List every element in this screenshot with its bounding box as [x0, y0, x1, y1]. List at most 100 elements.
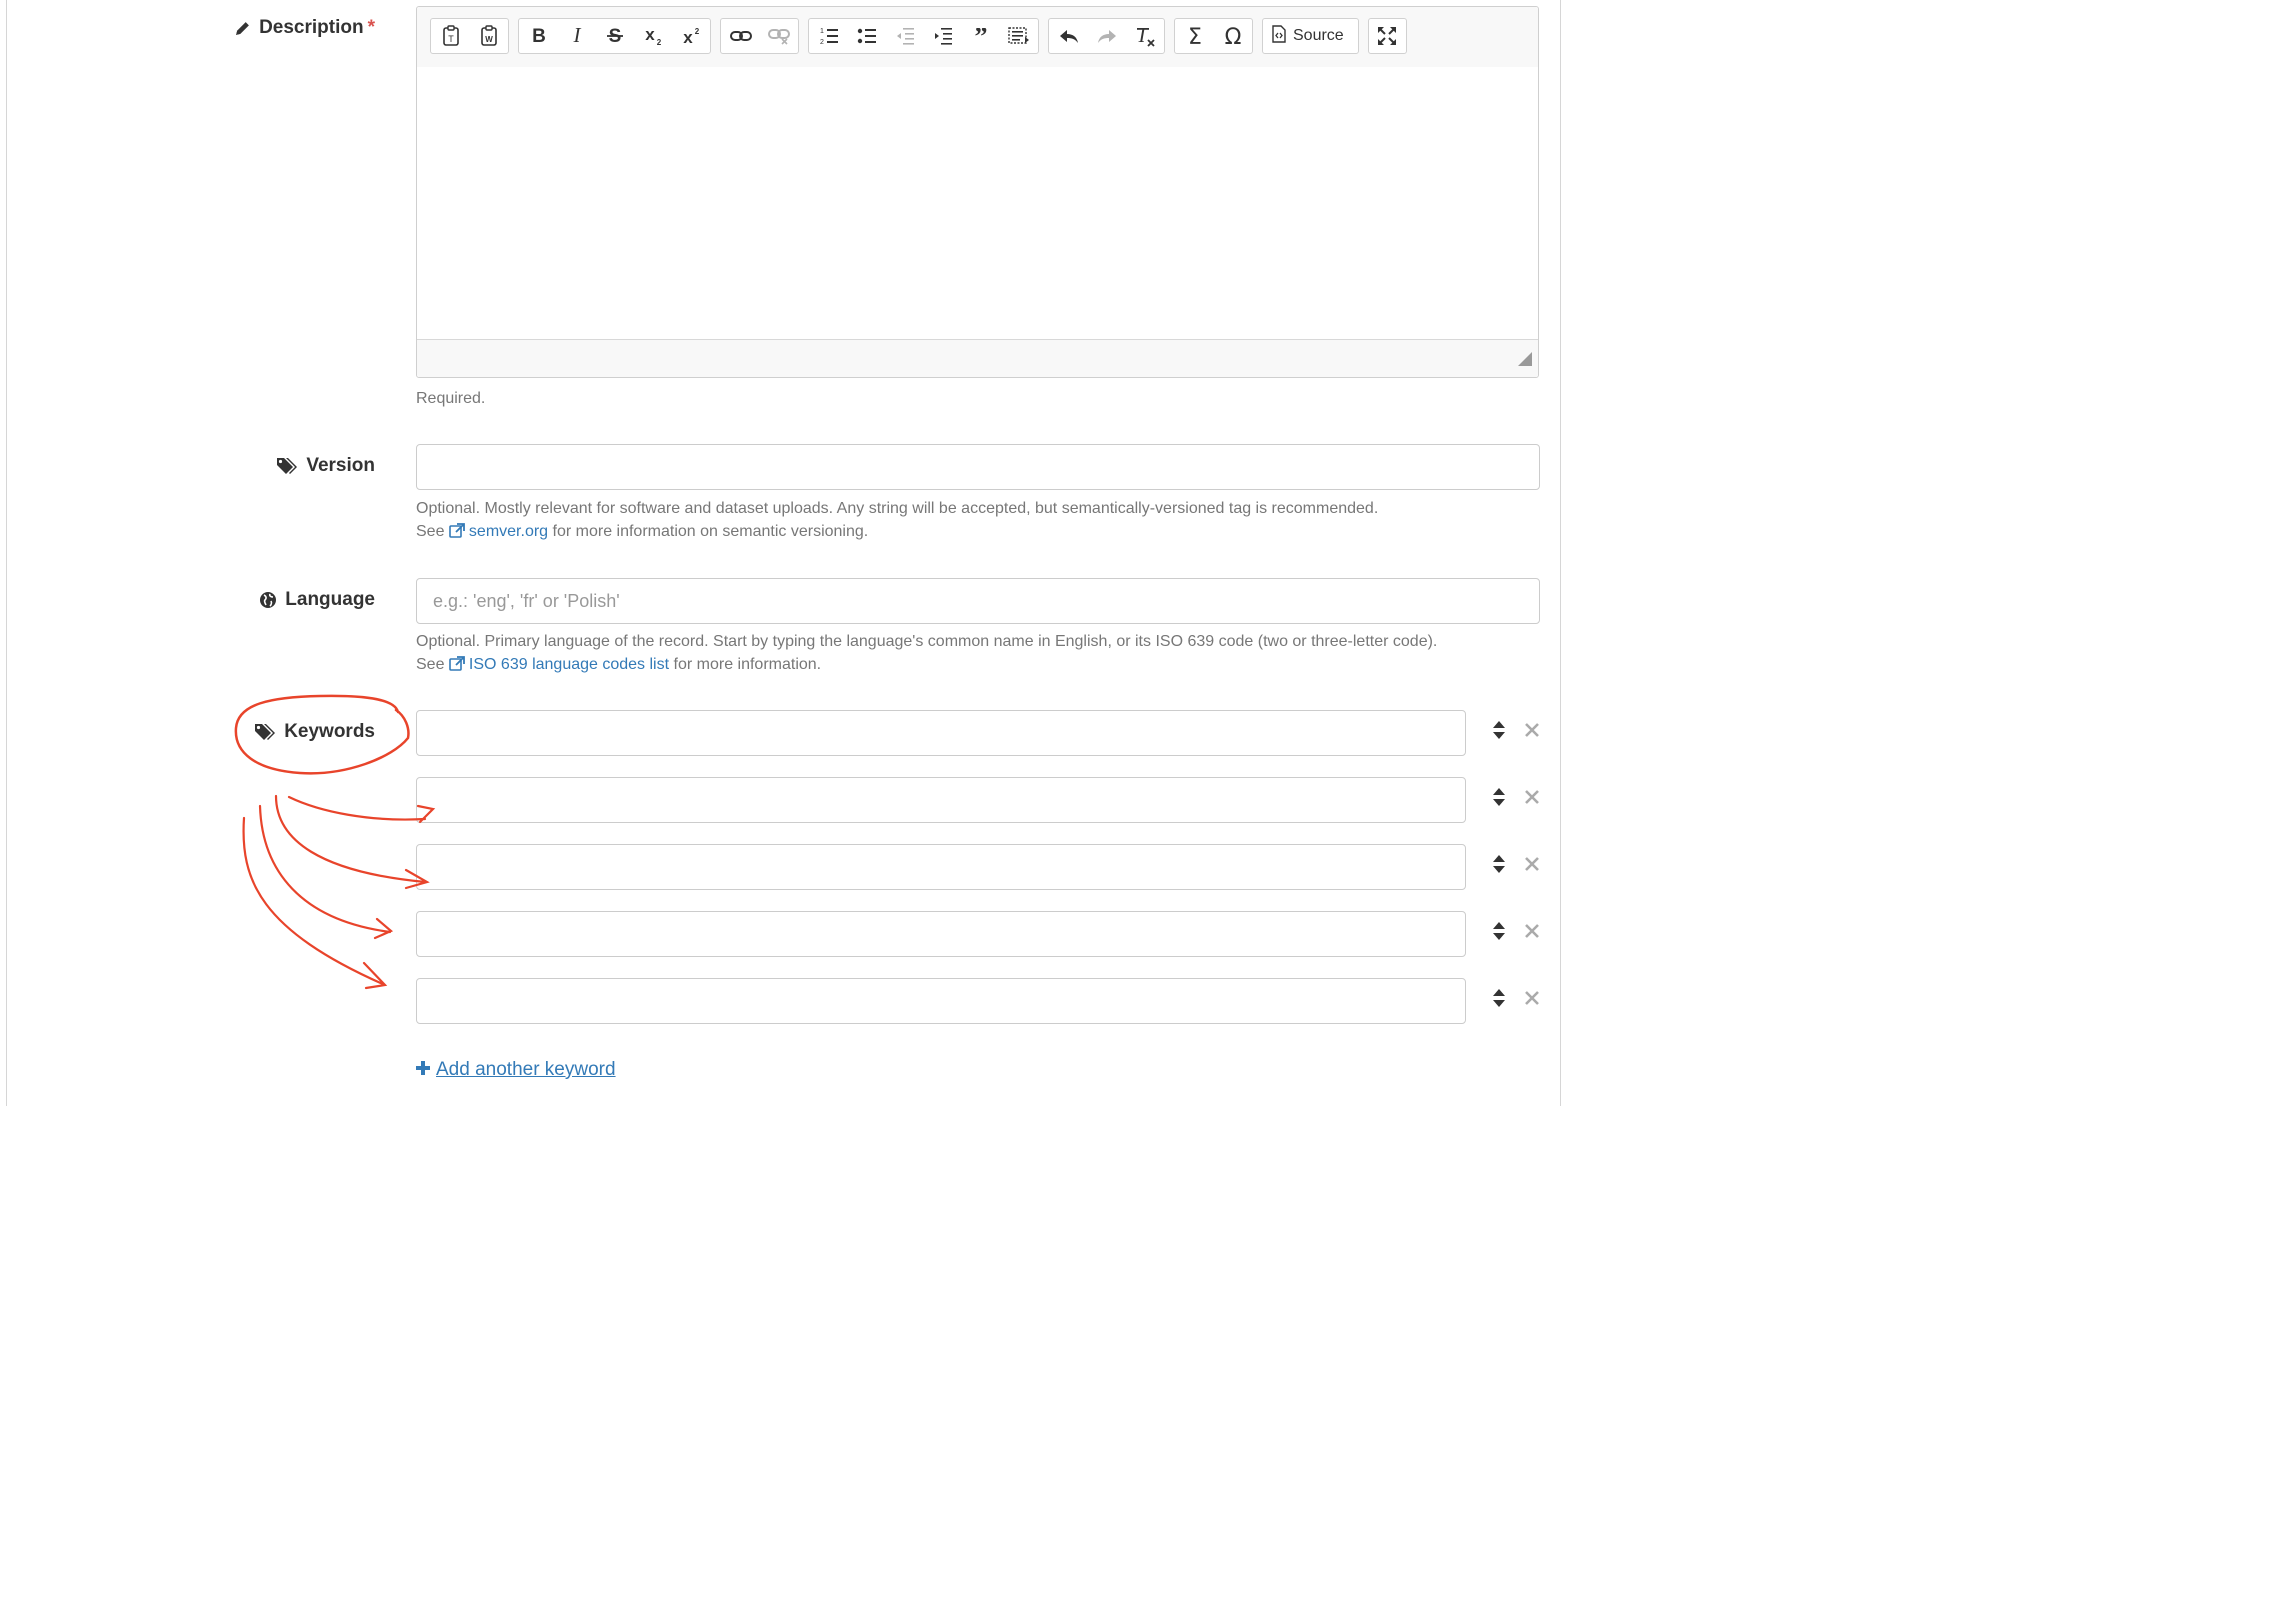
- outdent-icon: [895, 26, 915, 46]
- undo-button[interactable]: [1054, 22, 1084, 50]
- paste-text-icon: T: [441, 25, 461, 47]
- indent-button[interactable]: [928, 22, 958, 50]
- sort-handle-icon[interactable]: [1492, 988, 1506, 1008]
- description-rich-text-editor[interactable]: T W B I S x2 x2 1 2 ” I Σ Ω Source: [416, 6, 1539, 378]
- superscript-button[interactable]: x2: [676, 22, 706, 50]
- show-blocks-button[interactable]: [1004, 22, 1034, 50]
- language-help-see: See: [416, 656, 445, 673]
- keyword-input[interactable]: [416, 777, 1466, 823]
- special-character-button[interactable]: Ω: [1218, 22, 1248, 50]
- unlink-button[interactable]: [764, 22, 794, 50]
- superscript-icon: x2: [681, 26, 701, 46]
- bulleted-list-button[interactable]: [852, 22, 882, 50]
- blockquote-icon: ”: [971, 28, 991, 44]
- subscript-icon: x2: [643, 26, 663, 46]
- language-help-line: Optional. Primary language of the record…: [416, 633, 1438, 650]
- toolbar-group-undo: I: [1048, 18, 1165, 54]
- remove-format-button[interactable]: I: [1130, 22, 1160, 50]
- language-help-tail: for more information.: [673, 656, 822, 673]
- semver-link[interactable]: semver.org: [449, 523, 548, 540]
- toolbar-group-source: Source: [1262, 18, 1359, 54]
- svg-text:x: x: [683, 28, 693, 46]
- sort-handle-icon[interactable]: [1492, 854, 1506, 874]
- strikethrough-icon: S: [606, 26, 624, 46]
- svg-text:”: ”: [975, 28, 988, 44]
- remove-keyword-icon[interactable]: [1524, 923, 1540, 939]
- bulleted-list-icon: [857, 26, 877, 46]
- pencil-icon: [234, 20, 251, 37]
- numbered-list-button[interactable]: 12: [814, 22, 844, 50]
- blockquote-button[interactable]: ”: [966, 22, 996, 50]
- italic-button[interactable]: I: [562, 22, 592, 50]
- sort-handle-icon[interactable]: [1492, 720, 1506, 740]
- svg-text:Ω: Ω: [1225, 25, 1242, 47]
- form-frame-left-border: [6, 0, 7, 1106]
- remove-keyword-icon[interactable]: [1524, 722, 1540, 738]
- svg-text:1: 1: [820, 28, 824, 35]
- external-link-icon: [449, 522, 465, 545]
- sigma-icon: Σ: [1185, 25, 1205, 47]
- link-button[interactable]: [726, 22, 756, 50]
- strikethrough-button[interactable]: S: [600, 22, 630, 50]
- svg-text:2: 2: [657, 38, 662, 46]
- annotation-arrow: [258, 804, 394, 940]
- version-help-line: Optional. Mostly relevant for software a…: [416, 500, 1379, 517]
- resize-grip-icon[interactable]: [1518, 352, 1532, 371]
- keywords-label: Keywords: [254, 721, 375, 743]
- paste-from-word-button[interactable]: W: [474, 22, 504, 50]
- version-input[interactable]: [416, 444, 1540, 490]
- iso-639-link[interactable]: ISO 639 language codes list: [449, 656, 669, 673]
- language-help-text: Optional. Primary language of the record…: [416, 630, 1437, 678]
- iso-639-link-text: ISO 639 language codes list: [468, 656, 670, 673]
- sort-handle-icon[interactable]: [1492, 787, 1506, 807]
- required-asterisk: *: [367, 17, 375, 38]
- bold-button[interactable]: B: [524, 22, 554, 50]
- undo-icon: [1059, 27, 1079, 45]
- version-help-see-line: See semver.org for more information on s…: [416, 520, 1378, 545]
- maximize-button[interactable]: [1372, 22, 1402, 50]
- external-link-icon: [449, 655, 465, 678]
- remove-keyword-icon[interactable]: [1524, 789, 1540, 805]
- svg-text:Σ: Σ: [1188, 25, 1202, 47]
- version-help-see: See: [416, 523, 445, 540]
- show-blocks-icon: [1008, 26, 1030, 46]
- remove-keyword-icon[interactable]: [1524, 856, 1540, 872]
- svg-text:T: T: [448, 34, 454, 44]
- subscript-button[interactable]: x2: [638, 22, 668, 50]
- version-label: Version: [276, 455, 375, 477]
- keyword-input[interactable]: [416, 844, 1466, 890]
- keyword-input[interactable]: [416, 978, 1466, 1024]
- maximize-icon: [1376, 25, 1398, 47]
- editor-content-area[interactable]: [417, 67, 1538, 341]
- toolbar-group-paragraph: 12 ”: [808, 18, 1039, 54]
- tags-icon: [276, 457, 298, 475]
- language-help-see-line: See ISO 639 language codes list for more…: [416, 653, 1437, 678]
- add-keyword-link[interactable]: Add another keyword: [416, 1059, 616, 1081]
- description-label-text: Description: [259, 17, 364, 38]
- language-label: Language: [259, 589, 375, 611]
- math-button[interactable]: Σ: [1180, 22, 1210, 50]
- outdent-button[interactable]: [890, 22, 920, 50]
- sort-handle-icon[interactable]: [1492, 921, 1506, 941]
- paste-as-text-button[interactable]: T: [436, 22, 466, 50]
- description-help-text: Required.: [416, 390, 486, 407]
- svg-text:B: B: [532, 26, 546, 46]
- bold-icon: B: [531, 26, 547, 46]
- toolbar-group-basicstyles: B I S x2 x2: [518, 18, 711, 54]
- source-button[interactable]: Source: [1271, 22, 1344, 50]
- form-frame-right-border: [1560, 0, 1561, 1106]
- redo-icon: [1097, 27, 1117, 45]
- keyword-input[interactable]: [416, 911, 1466, 957]
- version-help-text: Optional. Mostly relevant for software a…: [416, 497, 1378, 545]
- paste-from-word-icon: W: [479, 25, 499, 47]
- plus-icon: [416, 1059, 430, 1081]
- keyword-input[interactable]: [416, 710, 1466, 756]
- language-label-text: Language: [285, 589, 375, 610]
- description-label: Description *: [234, 17, 375, 39]
- svg-text:2: 2: [820, 39, 824, 46]
- language-input[interactable]: [416, 578, 1540, 624]
- remove-keyword-icon[interactable]: [1524, 990, 1540, 1006]
- unlink-icon: [768, 27, 790, 45]
- redo-button[interactable]: [1092, 22, 1122, 50]
- svg-text:I: I: [573, 26, 582, 46]
